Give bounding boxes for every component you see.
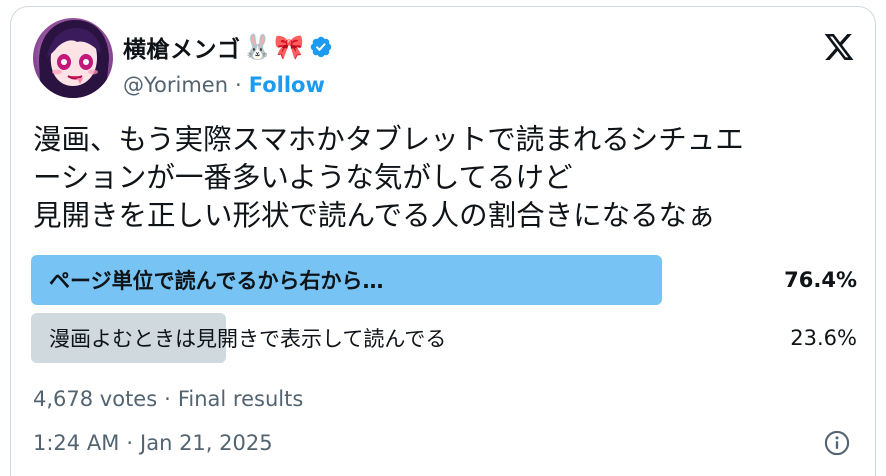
tweet-time[interactable]: 1:24 AM (33, 431, 119, 455)
tweet-text: 漫画、もう実際スマホかタブレットで読まれるシチュエ ーションが一番多いような気が… (33, 123, 744, 232)
poll-option-percent: 76.4% (784, 268, 857, 292)
poll-option-label: 漫画よむときは見開きで表示して読んでる (49, 327, 447, 351)
poll-votes: 4,678 votes (33, 387, 158, 411)
poll-option-2: 漫画よむときは見開きで表示して読んでる 23.6% (31, 313, 857, 363)
poll-status: Final results (177, 387, 304, 411)
author-display-name[interactable]: 横槍メンゴ (123, 30, 241, 64)
tweet-card: 横槍メンゴ 🐰 🎀 @Yorimen · Follow 漫画、もう実際スマホかタ… (10, 6, 876, 476)
avatar-image (33, 18, 113, 98)
author-name-row[interactable]: 横槍メンゴ 🐰 🎀 (123, 30, 333, 64)
separator-dot: · (126, 431, 134, 455)
separator-dot: · (235, 73, 242, 97)
poll-option-1: ページ単位で読んでるから右から… 76.4% (31, 255, 857, 305)
info-icon[interactable] (823, 429, 851, 457)
author-handle[interactable]: @Yorimen (123, 73, 228, 97)
poll-option-percent: 23.6% (790, 326, 857, 350)
poll-results-summary: 4,678 votes · Final results (33, 383, 303, 415)
poll-option-label: ページ単位で読んでるから右から… (49, 269, 384, 293)
tweet-date[interactable]: Jan 21, 2025 (140, 431, 273, 455)
avatar[interactable] (33, 18, 113, 98)
follow-button[interactable]: Follow (249, 73, 325, 97)
x-logo-icon[interactable] (821, 31, 857, 63)
verified-badge-icon (311, 36, 332, 58)
ribbon-emoji-icon: 🎀 (274, 33, 305, 61)
rabbit-emoji-icon: 🐰 (242, 33, 273, 61)
tweet-timestamp[interactable]: 1:24 AM · Jan 21, 2025 (33, 427, 273, 459)
author-handle-row: @Yorimen · Follow (123, 69, 325, 101)
separator-dot: · (164, 387, 171, 411)
